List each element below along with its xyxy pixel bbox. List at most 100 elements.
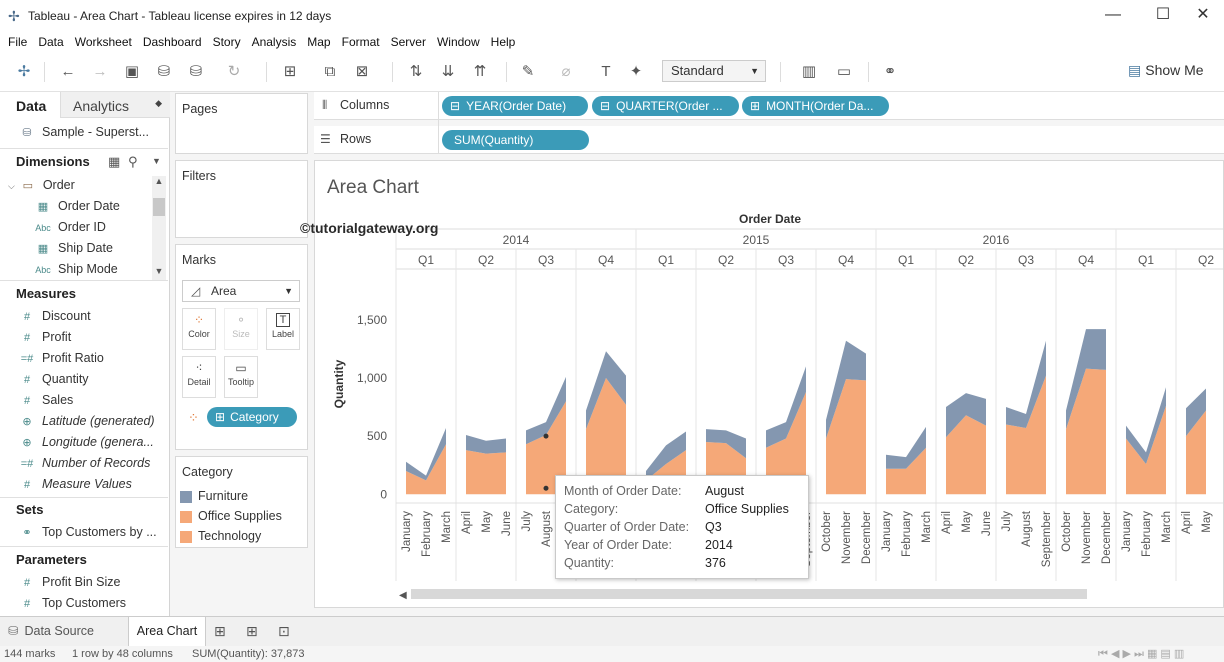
dimension-item[interactable]: Abc Ship Mode <box>0 259 168 280</box>
quarter-label: Q1 <box>658 253 674 267</box>
columns-pill-quarter[interactable]: ⊟ QUARTER(Order ... <box>592 96 739 116</box>
columns-pill-month[interactable]: ⊞ MONTH(Order Da... <box>742 96 889 116</box>
pause-updates-icon[interactable]: ⛁ <box>186 62 206 82</box>
share-icon[interactable]: ⚭ <box>880 62 900 82</box>
parameter-item[interactable]: # Top Customers <box>0 593 168 614</box>
area-office-supplies <box>466 450 506 495</box>
legend-item[interactable]: Furniture <box>180 489 248 507</box>
show-cards-icon[interactable]: ▥ <box>794 62 824 82</box>
new-worksheet-icon[interactable]: ⊞ <box>280 62 300 82</box>
scroll-up-icon[interactable]: ▲ <box>152 176 166 188</box>
quarter-label: Q2 <box>478 253 494 267</box>
rows-pill-quantity[interactable]: SUM(Quantity) <box>442 130 589 150</box>
menu-analysis[interactable]: Analysis <box>252 35 297 49</box>
parameter-item[interactable]: # Profit Bin Size <box>0 572 168 593</box>
menu-help[interactable]: Help <box>491 35 516 49</box>
menu-format[interactable]: Format <box>342 35 380 49</box>
tab-data[interactable]: Data <box>0 92 60 118</box>
filters-card[interactable]: Filters <box>175 160 308 238</box>
presentation-mode-icon[interactable]: ▭ <box>834 62 854 82</box>
menu-window[interactable]: Window <box>437 35 480 49</box>
measure-item[interactable]: # Quantity <box>0 369 168 390</box>
fit-select[interactable]: Standard ▼ <box>662 60 766 82</box>
refresh-icon[interactable]: ↻ <box>224 62 244 82</box>
sort-descending-icon[interactable]: ⇈ <box>470 62 490 82</box>
dimensions-header: Dimensions ▦ ⚲ ▼ <box>0 151 168 172</box>
sheet-nav-icons[interactable]: ⏮ ◀ ▶ ⏭ ▦ ▤ ▥ <box>1098 646 1184 662</box>
measure-item[interactable]: # Sales <box>0 390 168 411</box>
tab-data-source[interactable]: ⛁ Data Source <box>0 617 128 646</box>
x-tick-label: March <box>921 511 933 543</box>
measure-item[interactable]: =# Profit Ratio <box>0 348 168 369</box>
dimensions-scrollbar[interactable]: ▲ ▼ <box>152 176 166 280</box>
chevron-down-icon[interactable]: ⌵ <box>8 181 15 191</box>
measure-item[interactable]: # Discount <box>0 306 168 327</box>
measure-item[interactable]: # Measure Values <box>0 474 168 495</box>
dimension-folder-order[interactable]: ⌵ ▭ Order <box>0 175 168 196</box>
menu-file[interactable]: File <box>8 35 27 49</box>
size-button[interactable]: ⚬ Size <box>224 308 258 350</box>
measure-item[interactable]: ⊕ Latitude (generated) <box>0 411 168 432</box>
sort-ascending-icon[interactable]: ⇊ <box>438 62 458 82</box>
highlight-icon[interactable]: ✎ <box>518 62 538 82</box>
legend-item[interactable]: Office Supplies <box>180 509 282 527</box>
menu-map[interactable]: Map <box>307 35 330 49</box>
new-story-icon[interactable]: ⊡ <box>278 623 290 640</box>
mark-type-select[interactable]: ◿ Area ▼ <box>182 280 300 302</box>
legend-item[interactable]: Technology <box>180 529 261 547</box>
status-sum: SUM(Quantity): 37,873 <box>192 648 305 660</box>
redo-icon[interactable]: → <box>90 62 110 82</box>
tab-menu-icon[interactable]: ◆ <box>155 98 162 109</box>
new-worksheet-icon[interactable]: ⊞ <box>214 623 226 640</box>
search-icon[interactable]: ⚲ <box>128 151 138 172</box>
measure-item[interactable]: ⊕ Longitude (genera... <box>0 432 168 453</box>
detail-button[interactable]: ⁖ Detail <box>182 356 216 398</box>
new-data-source-icon[interactable]: ⛁ <box>154 62 174 82</box>
color-button[interactable]: ⁘ Color <box>182 308 216 350</box>
datasource-item[interactable]: ⛁ Sample - Superst... <box>0 122 168 143</box>
group-icon[interactable]: ⌀ <box>556 62 576 82</box>
scroll-down-icon[interactable]: ▼ <box>152 266 166 278</box>
x-tick-label: February <box>421 511 433 557</box>
label-button[interactable]: T Label <box>266 308 300 350</box>
list-view-icon[interactable]: ▦ <box>108 151 120 172</box>
menu-story[interactable]: Story <box>213 35 241 49</box>
swap-icon[interactable]: ⇅ <box>406 62 426 82</box>
dimension-label: Ship Date <box>58 241 113 255</box>
dimension-item[interactable]: ▦ Ship Date <box>0 238 168 259</box>
category-color-pill[interactable]: ⊞ Category <box>207 407 297 427</box>
show-labels-icon[interactable]: T <box>596 62 616 82</box>
menu-data[interactable]: Data <box>38 35 63 49</box>
menu-server[interactable]: Server <box>391 35 426 49</box>
scrollbar-thumb[interactable] <box>153 198 165 216</box>
clear-sheet-icon[interactable]: ⊠ <box>352 62 372 82</box>
fix-axes-icon[interactable]: ✦ <box>626 62 646 82</box>
close-button[interactable]: ✕ <box>1180 0 1224 32</box>
y-axis-title: Quantity <box>332 359 346 408</box>
show-me-button[interactable]: ▤ Show Me <box>1128 62 1204 79</box>
minimize-button[interactable]: — <box>1090 0 1136 32</box>
measure-item[interactable]: # Profit <box>0 327 168 348</box>
undo-icon[interactable]: ← <box>58 62 78 82</box>
detail-icon: ⁖ <box>195 361 203 375</box>
quarter-label: Q2 <box>958 253 974 267</box>
measure-item[interactable]: =# Number of Records <box>0 453 168 474</box>
dimension-item[interactable]: ▦ Order Date <box>0 196 168 217</box>
tab-area-chart[interactable]: Area Chart <box>128 617 206 646</box>
save-icon[interactable]: ▣ <box>122 62 142 82</box>
dimension-item[interactable]: Abc Order ID <box>0 217 168 238</box>
pages-card[interactable]: Pages <box>175 93 308 154</box>
set-item[interactable]: ⚭ Top Customers by ... <box>0 522 168 543</box>
tooltip-button[interactable]: ▭ Tooltip <box>224 356 258 398</box>
quarter-label: Q3 <box>538 253 554 267</box>
new-dashboard-icon[interactable]: ⊞ <box>246 623 258 640</box>
menu-dashboard[interactable]: Dashboard <box>143 35 202 49</box>
columns-pill-year[interactable]: ⊟ YEAR(Order Date) <box>442 96 588 116</box>
tableau-home-icon[interactable]: ✢ <box>14 62 34 82</box>
chevron-down-icon[interactable]: ▼ <box>152 151 161 172</box>
dimension-label: Order Date <box>58 199 120 213</box>
duplicate-sheet-icon[interactable]: ⧉ <box>320 62 340 82</box>
x-tick-label: November <box>841 511 853 564</box>
menu-worksheet[interactable]: Worksheet <box>75 35 132 49</box>
tab-analytics[interactable]: Analytics ◆ <box>60 92 170 118</box>
